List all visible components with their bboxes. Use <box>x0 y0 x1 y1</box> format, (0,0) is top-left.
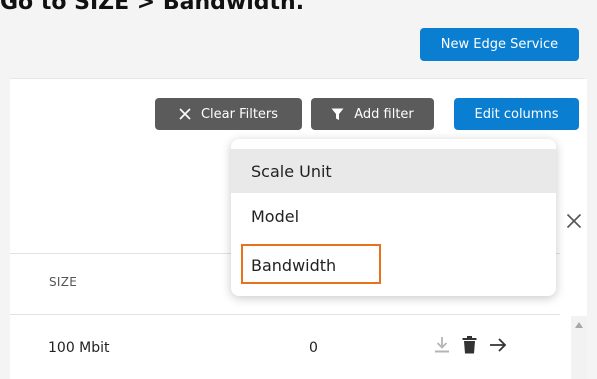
close-icon <box>179 108 191 120</box>
table-row-divider <box>10 314 560 315</box>
edit-columns-button[interactable]: Edit columns <box>454 98 579 130</box>
row-actions <box>434 336 507 354</box>
arrow-right-icon[interactable] <box>489 337 507 353</box>
page: Go to SIZE > Bandwidth. New Edge Service… <box>0 0 597 379</box>
dropdown-item-bandwidth[interactable]: Bandwidth <box>231 243 556 287</box>
dropdown-item-label: Bandwidth <box>251 255 337 275</box>
table-cell-count: 0 <box>309 340 318 356</box>
clear-filters-label: Clear Filters <box>200 106 279 122</box>
new-edge-service-label: New Edge Service <box>440 37 559 52</box>
clear-filters-button[interactable]: Clear Filters <box>155 98 302 130</box>
trash-icon[interactable] <box>462 336 477 354</box>
filter-dropdown-menu: Scale Unit Model Bandwidth <box>231 139 556 296</box>
funnel-icon <box>331 108 344 121</box>
dropdown-item-model[interactable]: Model <box>231 194 556 238</box>
close-icon[interactable] <box>562 209 586 233</box>
column-header-size[interactable]: SIZE <box>49 275 77 289</box>
dropdown-item-label: Model <box>251 206 300 226</box>
dropdown-item-scale-unit[interactable]: Scale Unit <box>231 149 556 193</box>
new-edge-service-button[interactable]: New Edge Service <box>420 28 579 61</box>
dropdown-item-label: Scale Unit <box>251 161 332 181</box>
add-filter-button[interactable]: Add filter <box>311 98 434 130</box>
add-filter-label: Add filter <box>354 106 414 122</box>
edit-columns-label: Edit columns <box>474 106 559 122</box>
download-icon[interactable] <box>434 336 450 354</box>
table-cell-size: 100 Mbit <box>48 340 110 356</box>
scroll-up-icon[interactable] <box>575 322 583 328</box>
